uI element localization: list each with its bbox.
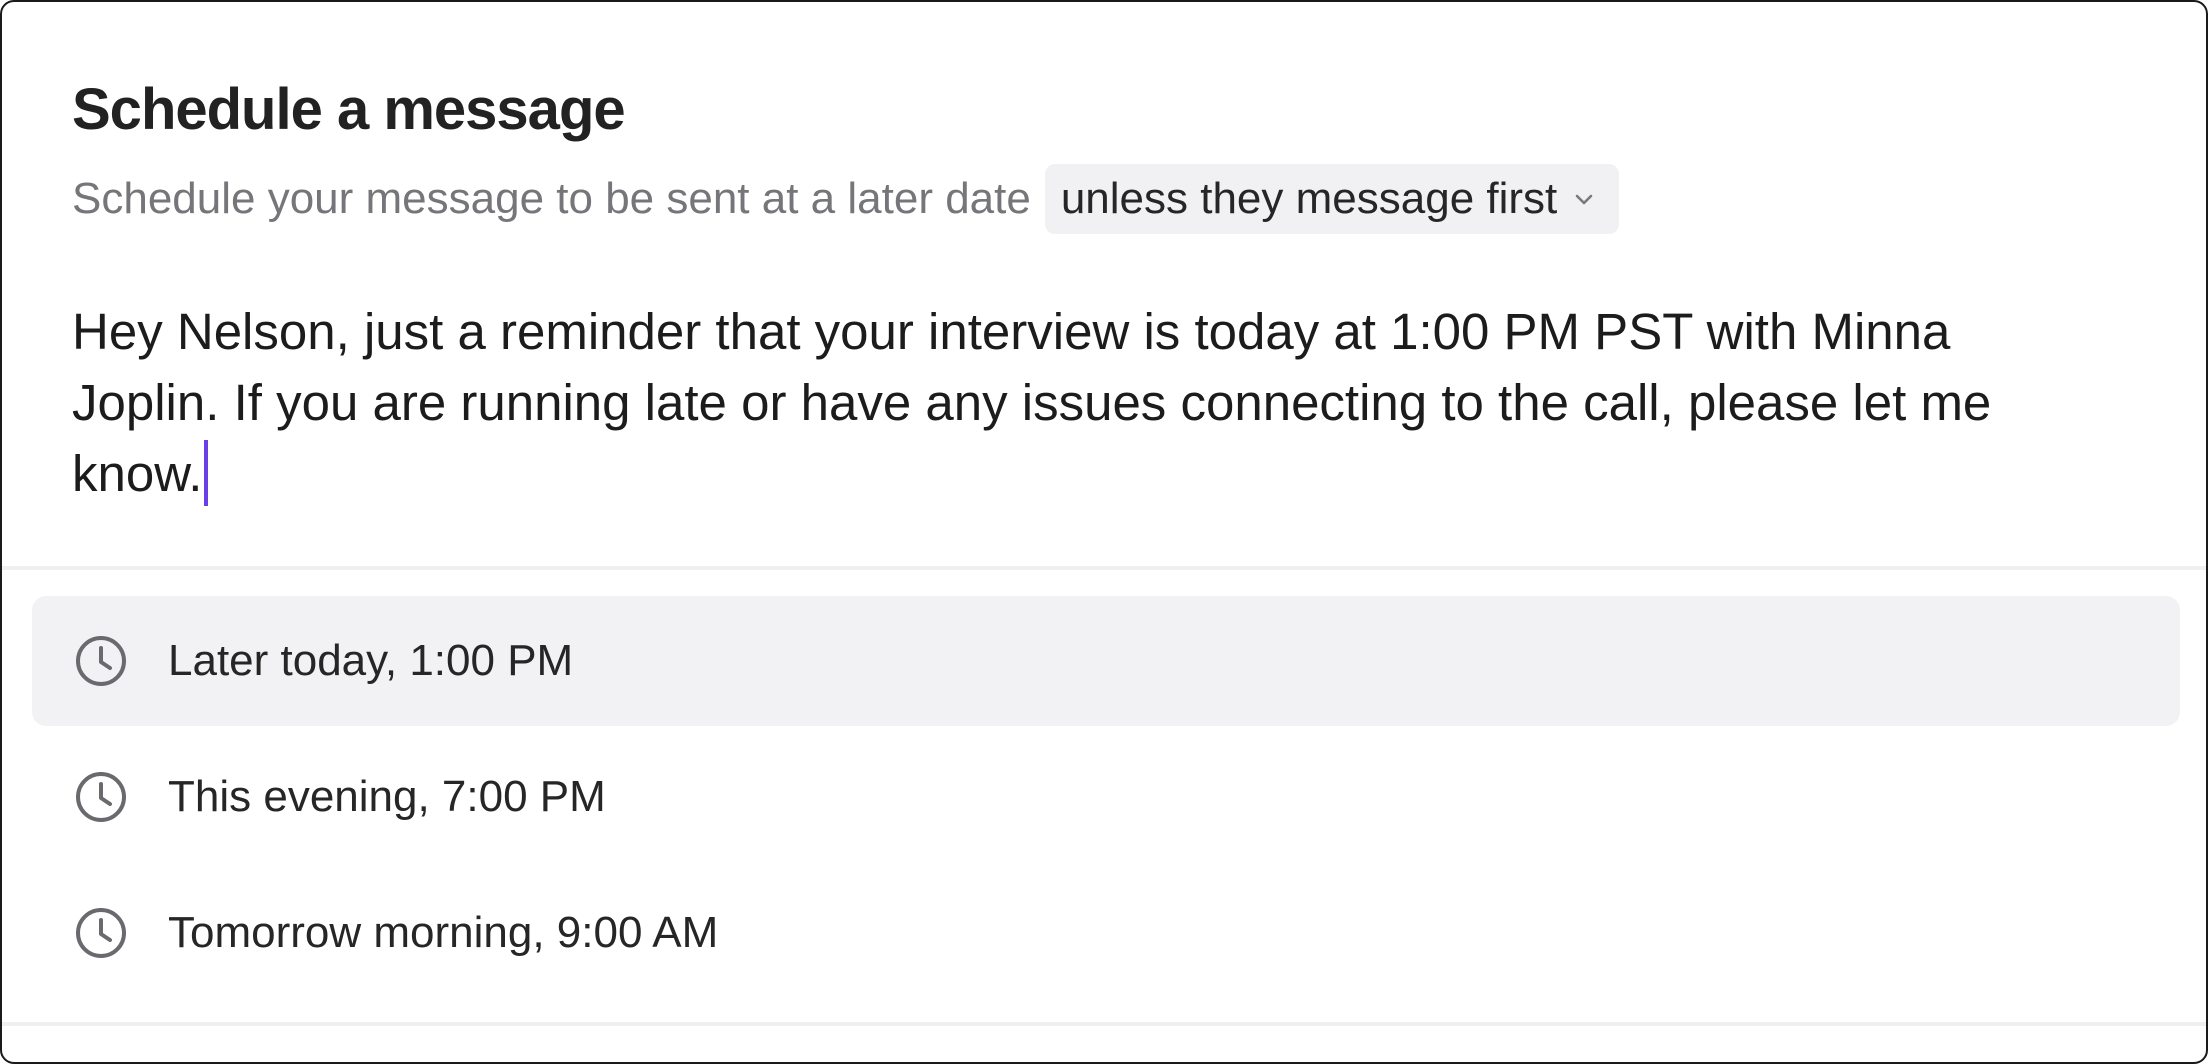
divider [2, 566, 2206, 570]
condition-dropdown[interactable]: unless they message first [1044, 164, 1620, 234]
schedule-option-later-today[interactable]: Later today, 1:00 PM [32, 596, 2180, 726]
chevron-down-icon [1573, 188, 1595, 210]
schedule-options-list: Later today, 1:00 PM This evening, 7:00 … [32, 596, 2180, 1004]
clock-icon [74, 906, 128, 960]
text-cursor [204, 440, 209, 506]
dialog-title: Schedule a message [72, 77, 626, 142]
subtitle-row: Schedule your message to be sent at a la… [72, 164, 1620, 234]
schedule-option-this-evening[interactable]: This evening, 7:00 PM [32, 732, 2180, 862]
clock-icon [74, 634, 128, 688]
schedule-message-dialog: Schedule a message Schedule your message… [0, 0, 2208, 1064]
dialog-subtitle: Schedule your message to be sent at a la… [72, 174, 1031, 223]
schedule-option-label: This evening, 7:00 PM [168, 772, 606, 821]
divider [2, 1022, 2206, 1026]
clock-icon [74, 770, 128, 824]
message-editor[interactable]: Hey Nelson, just a reminder that your in… [72, 296, 2102, 509]
schedule-option-tomorrow-morning[interactable]: Tomorrow morning, 9:00 AM [32, 868, 2180, 998]
message-text: Hey Nelson, just a reminder that your in… [72, 303, 1992, 502]
condition-dropdown-label: unless they message first [1060, 174, 1558, 223]
schedule-option-label: Later today, 1:00 PM [168, 636, 574, 685]
schedule-option-label: Tomorrow morning, 9:00 AM [168, 908, 719, 957]
